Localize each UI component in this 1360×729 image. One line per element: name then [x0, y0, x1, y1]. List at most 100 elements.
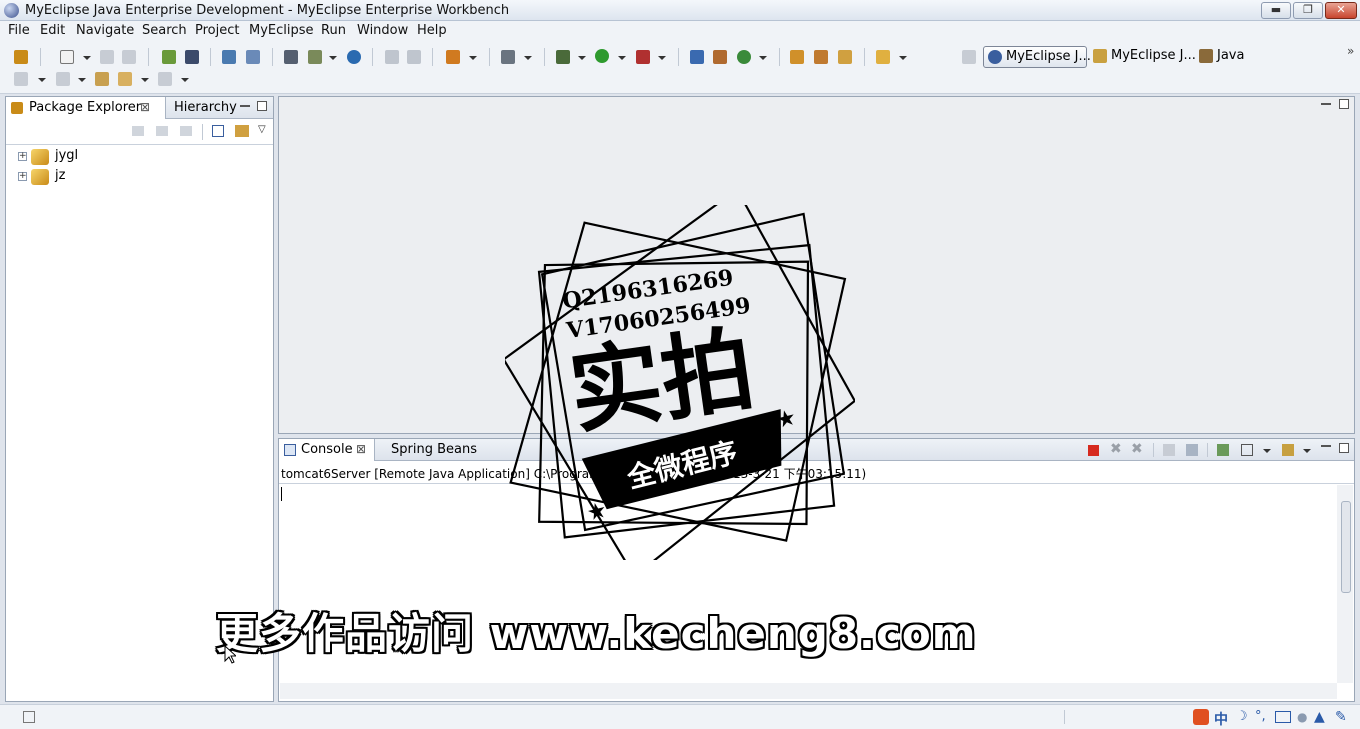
console-output[interactable]	[280, 485, 1337, 685]
tab-console[interactable]: Console ⊠	[279, 439, 375, 461]
menu-window[interactable]: Window	[357, 23, 408, 38]
close-tab-icon[interactable]: ⊠	[140, 100, 150, 114]
ime-user-icon[interactable]: ●	[1297, 710, 1307, 724]
collapse-all-icon[interactable]	[212, 125, 224, 137]
working-set-icon[interactable]	[876, 50, 890, 64]
back-nav-icon[interactable]	[132, 126, 144, 136]
open-console-dropdown-icon[interactable]	[1303, 449, 1311, 453]
report-icon[interactable]	[385, 50, 399, 64]
run-icon[interactable]	[595, 49, 609, 63]
ime-skin-icon[interactable]: ▲	[1314, 709, 1325, 725]
minimize-button[interactable]: ▬	[1261, 2, 1291, 19]
tab-spring-beans[interactable]: Spring Beans	[391, 439, 483, 461]
open-type-icon[interactable]	[222, 50, 236, 64]
ime-keyboard-icon[interactable]	[1275, 711, 1291, 723]
open-perspective-icon[interactable]	[962, 50, 976, 64]
new-web-dropdown-icon[interactable]	[469, 56, 477, 60]
perspective-myeclipse-javaee-2[interactable]: MyEclipse J...	[1089, 46, 1196, 68]
expand-icon[interactable]: +	[18, 152, 27, 161]
ime-tools-icon[interactable]: ✎	[1335, 709, 1347, 725]
print-icon[interactable]	[122, 50, 136, 64]
server-icon[interactable]	[185, 50, 199, 64]
next-annotation-icon[interactable]	[14, 72, 28, 86]
menu-run[interactable]: Run	[321, 23, 346, 38]
minimize-editor-icon[interactable]	[1321, 103, 1331, 105]
minimize-view-icon[interactable]	[240, 105, 250, 107]
terminate-icon[interactable]	[1088, 445, 1099, 456]
ime-sogou-icon[interactable]	[1193, 709, 1209, 725]
display-console-dropdown-icon[interactable]	[1263, 449, 1271, 453]
new-file-icon[interactable]	[60, 50, 74, 64]
working-set-dropdown-icon[interactable]	[899, 56, 907, 60]
tree-node-project[interactable]: + jygl	[18, 148, 218, 166]
search-icon[interactable]	[246, 50, 260, 64]
ime-chinese-icon[interactable]: 中	[1214, 709, 1228, 729]
link-with-editor-icon[interactable]	[235, 125, 249, 137]
save-icon[interactable]	[100, 50, 114, 64]
new-dropdown-icon[interactable]	[83, 56, 91, 60]
new-wizard-icon[interactable]	[737, 50, 751, 64]
fast-view-icon[interactable]	[23, 711, 35, 723]
back-icon[interactable]	[118, 72, 132, 86]
menu-search[interactable]: Search	[142, 23, 187, 38]
server-dropdown-icon[interactable]	[329, 56, 337, 60]
tab-hierarchy[interactable]: Hierarchy	[174, 97, 237, 119]
new-package-icon[interactable]	[690, 50, 704, 64]
run-dropdown-icon[interactable]	[618, 56, 626, 60]
last-edit-icon[interactable]	[95, 72, 109, 86]
restore-button[interactable]: ❐	[1293, 2, 1323, 19]
remove-all-launches-icon[interactable]: ✖	[1131, 441, 1143, 457]
forward-dropdown-icon[interactable]	[181, 78, 189, 82]
perspective-java[interactable]: Java	[1195, 46, 1255, 68]
capture-dropdown-icon[interactable]	[524, 56, 532, 60]
tab-package-explorer[interactable]: Package Explorer ⊠	[6, 97, 166, 119]
open-task-icon[interactable]	[814, 50, 828, 64]
pin-console-icon[interactable]	[1217, 444, 1229, 456]
menu-navigate[interactable]: Navigate	[76, 23, 134, 38]
prev-annotation-dropdown-icon[interactable]	[78, 78, 86, 82]
open-resource-icon[interactable]	[838, 50, 852, 64]
remove-launch-icon[interactable]: ✖	[1110, 441, 1122, 457]
external-tools-dropdown-icon[interactable]	[658, 56, 666, 60]
ime-moon-icon[interactable]: ☽	[1236, 709, 1248, 724]
maximize-view-icon[interactable]	[1339, 443, 1349, 453]
perspective-myeclipse-javaee[interactable]: MyEclipse J...	[983, 46, 1091, 68]
minimize-view-icon[interactable]	[1321, 445, 1331, 447]
tree-node-project[interactable]: + jz	[18, 168, 218, 186]
dbexplorer-icon[interactable]	[407, 50, 421, 64]
next-annotation-dropdown-icon[interactable]	[38, 78, 46, 82]
forward-nav-icon[interactable]	[156, 126, 168, 136]
debug-dropdown-icon[interactable]	[578, 56, 586, 60]
maximize-editor-icon[interactable]	[1339, 99, 1349, 109]
prev-annotation-icon[interactable]	[56, 72, 70, 86]
run-server-icon[interactable]	[308, 50, 322, 64]
forward-icon[interactable]	[158, 72, 172, 86]
clear-console-icon[interactable]	[1163, 444, 1175, 456]
vertical-scrollbar[interactable]	[1337, 485, 1353, 683]
menu-file[interactable]: File	[8, 23, 30, 38]
horizontal-scrollbar[interactable]	[280, 683, 1337, 699]
menu-myeclipse[interactable]: MyEclipse	[249, 23, 314, 38]
open-console-icon[interactable]	[1282, 444, 1294, 456]
close-tab-icon[interactable]: ⊠	[356, 442, 366, 456]
close-window-button[interactable]: ✕	[1325, 2, 1357, 19]
browser-icon[interactable]	[347, 50, 361, 64]
menu-help[interactable]: Help	[417, 23, 447, 38]
scroll-thumb[interactable]	[1341, 501, 1351, 593]
screen-capture-icon[interactable]	[501, 50, 515, 64]
up-nav-icon[interactable]	[180, 126, 192, 136]
display-console-icon[interactable]	[1241, 444, 1253, 456]
open-folder-icon[interactable]	[790, 50, 804, 64]
expand-icon[interactable]: +	[18, 172, 27, 181]
debug-icon[interactable]	[556, 50, 570, 64]
scroll-lock-icon[interactable]	[1186, 444, 1198, 456]
menu-edit[interactable]: Edit	[40, 23, 65, 38]
menu-project[interactable]: Project	[195, 23, 239, 38]
ime-punct-icon[interactable]: °,	[1255, 709, 1266, 724]
perspective-overflow-icon[interactable]: »	[1347, 44, 1354, 58]
maximize-view-icon[interactable]	[257, 101, 267, 111]
deploy-icon[interactable]	[284, 50, 298, 64]
project-icon[interactable]	[14, 50, 28, 64]
view-menu-icon[interactable]: ▽	[258, 124, 266, 135]
external-tools-icon[interactable]	[636, 50, 650, 64]
